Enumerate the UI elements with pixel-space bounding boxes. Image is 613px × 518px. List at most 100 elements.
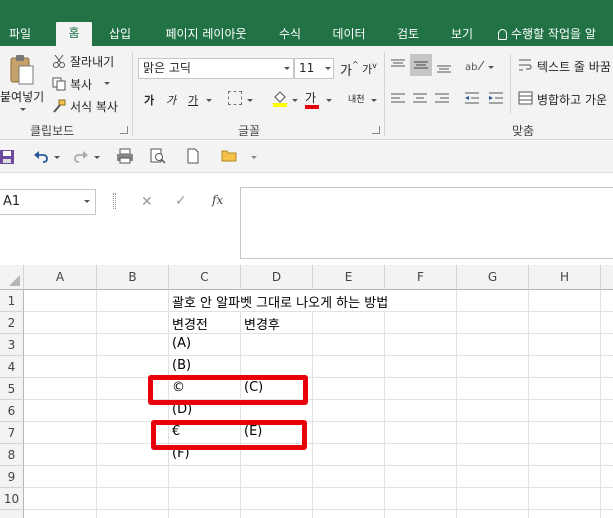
row-header-3[interactable]: 3	[0, 334, 24, 356]
row-header-11[interactable]	[0, 510, 24, 518]
new-document-icon[interactable]	[187, 148, 199, 167]
column-header-d[interactable]: D	[241, 265, 313, 290]
column-header-a[interactable]: A	[24, 265, 97, 290]
align-left-icon[interactable]	[390, 92, 406, 107]
ribbon-tab-bar: 파일 홈 삽입 페이지 레이아웃 수식 데이터 검토 보기 수행할 작업을 알	[0, 0, 613, 46]
undo-dropdown-arrow[interactable]	[54, 156, 60, 159]
merge-center-button[interactable]: 병합하고 가운	[537, 91, 607, 108]
font-name-dropdown-arrow[interactable]	[284, 67, 290, 70]
increase-font-size-button[interactable]: 가^	[340, 60, 359, 79]
select-all-corner[interactable]	[0, 265, 24, 290]
tell-me-box[interactable]: 수행할 작업을 알	[498, 23, 613, 46]
svg-text:ab: ab	[465, 62, 477, 72]
print-preview-icon[interactable]	[150, 148, 166, 167]
column-header-e[interactable]: E	[313, 265, 385, 290]
row-header-4[interactable]: 4	[0, 356, 24, 378]
redo-icon[interactable]	[73, 149, 89, 166]
tab-data[interactable]: 데이터	[324, 23, 374, 46]
column-header-b[interactable]: B	[97, 265, 169, 290]
fill-color-dropdown-arrow[interactable]	[292, 99, 298, 102]
tab-review[interactable]: 검토	[388, 23, 428, 46]
decrease-font-size-button[interactable]: 가v	[362, 61, 377, 77]
borders-icon[interactable]	[228, 91, 242, 105]
cell-c1[interactable]: 괄호 안 알파벳 그대로 나오게 하는 방법	[169, 292, 388, 311]
open-folder-icon[interactable]	[221, 149, 237, 165]
align-center-icon[interactable]	[412, 92, 428, 107]
cancel-icon[interactable]: ✕	[141, 194, 153, 210]
underline-button[interactable]: 가	[188, 92, 198, 108]
column-header-f[interactable]: F	[385, 265, 457, 290]
grid-line	[24, 509, 613, 510]
row-header-9[interactable]: 9	[0, 466, 24, 488]
redo-dropdown-arrow[interactable]	[94, 156, 100, 159]
grid-line	[24, 355, 613, 356]
cell-c4[interactable]: (B)	[169, 358, 191, 373]
tab-file[interactable]: 파일	[0, 23, 40, 46]
print-icon[interactable]	[116, 148, 134, 167]
cut-button[interactable]: 잘라내기	[70, 53, 114, 70]
font-color-glyph: 가	[305, 91, 317, 105]
phonetic-dropdown-arrow[interactable]	[371, 99, 377, 102]
font-dialog-launcher[interactable]	[372, 126, 380, 134]
tab-view[interactable]: 보기	[442, 23, 482, 46]
copy-button[interactable]: 복사	[70, 76, 92, 93]
tab-page-layout[interactable]: 페이지 레이아웃	[156, 23, 256, 46]
italic-button[interactable]: 가	[166, 92, 176, 108]
column-header-c[interactable]: C	[169, 265, 241, 290]
column-header-i[interactable]	[601, 265, 613, 290]
wrap-text-button[interactable]: 텍스트 줄 바꿈	[537, 58, 611, 75]
phonetic-guide-button[interactable]: 내천	[348, 92, 365, 105]
tab-formulas[interactable]: 수식	[270, 23, 310, 46]
column-header-g[interactable]: G	[457, 265, 529, 290]
clipboard-group-label: 클립보드	[30, 124, 75, 138]
tab-home[interactable]: 홈	[56, 22, 92, 46]
orientation-icon[interactable]: ab	[464, 58, 486, 75]
increase-indent-icon[interactable]	[488, 92, 504, 107]
save-icon[interactable]	[0, 150, 14, 167]
name-box-dropdown-arrow[interactable]	[84, 200, 90, 203]
bottom-align-icon[interactable]	[436, 60, 452, 77]
paste-icon[interactable]	[8, 54, 36, 88]
row-header-5[interactable]: 5	[0, 378, 24, 400]
font-name-combo[interactable]: 맑은 고딕	[138, 58, 294, 79]
align-right-icon[interactable]	[434, 92, 450, 107]
row-header-1[interactable]: 1	[0, 290, 24, 312]
row-header-6[interactable]: 6	[0, 400, 24, 422]
top-align-icon[interactable]	[390, 58, 406, 75]
row-header-2[interactable]: 2	[0, 312, 24, 334]
row-header-8[interactable]: 8	[0, 444, 24, 466]
clipboard-dialog-launcher[interactable]	[120, 126, 128, 134]
middle-align-icon[interactable]	[410, 54, 432, 76]
grid-line	[24, 465, 613, 466]
row-header-7[interactable]: 7	[0, 422, 24, 444]
column-header-h[interactable]: H	[529, 265, 601, 290]
row-header-10[interactable]: 10	[0, 488, 24, 510]
grid-line	[24, 487, 613, 488]
paste-button[interactable]: 붙여넣기	[0, 88, 44, 105]
undo-icon[interactable]	[33, 149, 49, 166]
fill-color-icon[interactable]	[272, 89, 288, 110]
font-color-dropdown-arrow[interactable]	[326, 99, 332, 102]
orientation-dropdown-arrow[interactable]	[488, 66, 494, 69]
cell-c3[interactable]: (A)	[169, 336, 191, 351]
format-painter-button[interactable]: 서식 복사	[70, 98, 118, 115]
insert-function-button[interactable]: fx	[212, 193, 223, 207]
enter-icon[interactable]: ✓	[175, 193, 187, 209]
paste-dropdown-arrow[interactable]	[20, 108, 26, 111]
decrease-indent-icon[interactable]	[464, 92, 480, 107]
cell-c2[interactable]: 변경전	[169, 314, 208, 333]
grid-line	[24, 399, 613, 400]
underline-dropdown-arrow[interactable]	[206, 99, 212, 102]
borders-dropdown-arrow[interactable]	[247, 99, 253, 102]
font-size-dropdown-arrow[interactable]	[325, 67, 331, 70]
formula-bar-grip[interactable]	[113, 193, 116, 209]
name-box[interactable]: A1	[0, 189, 96, 215]
customize-qat-arrow[interactable]	[251, 156, 257, 159]
tab-insert[interactable]: 삽입	[100, 23, 140, 46]
formula-input[interactable]	[240, 187, 613, 259]
font-color-button[interactable]: 가	[305, 89, 319, 109]
format-painter-icon	[52, 99, 66, 116]
bold-button[interactable]: 가	[144, 92, 154, 108]
copy-dropdown-arrow[interactable]	[104, 82, 110, 85]
cell-d2[interactable]: 변경후	[241, 314, 280, 333]
